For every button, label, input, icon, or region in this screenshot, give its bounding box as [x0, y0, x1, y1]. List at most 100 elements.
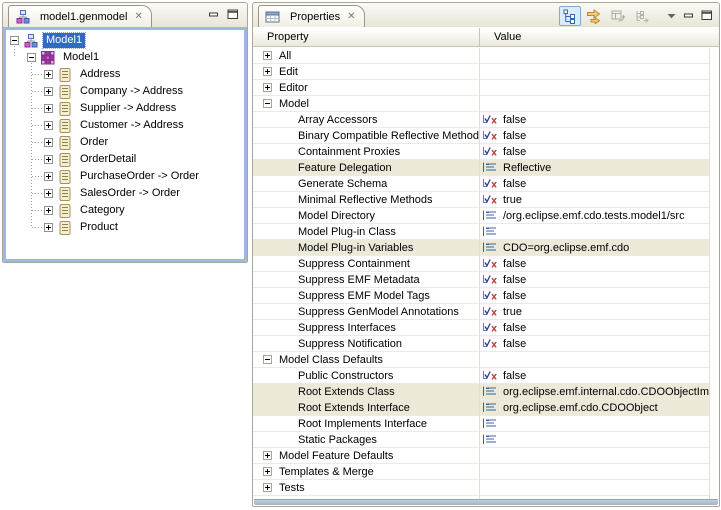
minimize-button[interactable]	[681, 6, 697, 26]
property-row[interactable]: Suppress Interfacesfalse	[253, 320, 719, 336]
property-row[interactable]: Static Packages	[253, 432, 719, 448]
category-row[interactable]: Edit	[253, 64, 719, 80]
properties-tab[interactable]: Properties ✕	[258, 5, 365, 27]
value-cell[interactable]	[479, 96, 719, 111]
property-row[interactable]: Model Plug-in Class	[253, 224, 719, 240]
editor-tab[interactable]: model1.genmodel ✕	[8, 5, 152, 27]
value-cell[interactable]	[479, 480, 719, 495]
tree-expander[interactable]	[27, 53, 36, 62]
tree-item-label[interactable]: Customer -> Address	[77, 118, 187, 133]
property-row[interactable]: Public Constructorsfalse	[253, 368, 719, 384]
category-row[interactable]: Model	[253, 96, 719, 112]
tree-expander[interactable]	[44, 155, 53, 164]
value-cell[interactable]: Reflective	[479, 160, 719, 175]
show-categories-button[interactable]	[559, 6, 581, 26]
row-expander[interactable]	[263, 51, 272, 60]
tree-expander[interactable]	[44, 104, 53, 113]
pin-property-sheet-button[interactable]	[631, 6, 653, 26]
tree-expander[interactable]	[44, 172, 53, 181]
maximize-button[interactable]	[699, 6, 715, 26]
tree-item-label[interactable]: Category	[77, 203, 128, 218]
property-row[interactable]: Root Implements Interface	[253, 416, 719, 432]
tree-expander[interactable]	[44, 206, 53, 215]
category-row[interactable]: All	[253, 48, 719, 64]
tree-expander[interactable]	[44, 189, 53, 198]
tree-item-label[interactable]: Company -> Address	[77, 84, 186, 99]
tree-item-label[interactable]: Model1	[43, 33, 85, 48]
value-cell[interactable]	[479, 352, 719, 367]
property-row[interactable]: Model Plug-in VariablesCDO=org.eclipse.e…	[253, 240, 719, 256]
close-icon[interactable]: ✕	[347, 12, 355, 22]
tree-item[interactable]: Model1	[6, 32, 244, 49]
tree-expander[interactable]	[44, 121, 53, 130]
property-row[interactable]: Generate Schemafalse	[253, 176, 719, 192]
view-menu-button[interactable]	[663, 6, 679, 26]
value-cell[interactable]: false	[479, 128, 719, 143]
row-expander[interactable]	[263, 483, 272, 492]
category-row[interactable]: Templates & Merge	[253, 464, 719, 480]
column-header-value[interactable]: Value	[479, 28, 719, 46]
tree-item-label[interactable]: Product	[77, 220, 121, 235]
vertical-scrollbar[interactable]	[709, 48, 719, 500]
value-cell[interactable]: CDO=org.eclipse.emf.cdo	[479, 240, 719, 255]
column-header-property[interactable]: Property	[253, 28, 479, 46]
row-expander[interactable]	[263, 355, 272, 364]
show-advanced-properties-button[interactable]	[583, 6, 605, 26]
row-expander[interactable]	[263, 83, 272, 92]
value-cell[interactable]: /org.eclipse.emf.cdo.tests.model1/src	[479, 208, 719, 223]
property-row[interactable]: Binary Compatible Reflective Methodsfals…	[253, 128, 719, 144]
close-icon[interactable]: ✕	[134, 12, 142, 22]
column-divider[interactable]	[479, 48, 480, 500]
row-expander[interactable]	[263, 99, 272, 108]
property-row[interactable]: Suppress EMF Model Tagsfalse	[253, 288, 719, 304]
tree-item-label[interactable]: SalesOrder -> Order	[77, 186, 183, 201]
value-cell[interactable]: org.eclipse.emf.cdo.CDOObject	[479, 400, 719, 415]
property-row[interactable]: Feature DelegationReflective	[253, 160, 719, 176]
row-expander[interactable]	[263, 467, 272, 476]
category-row[interactable]: Model Class Defaults	[253, 352, 719, 368]
value-cell[interactable]	[479, 48, 719, 63]
value-cell[interactable]: false	[479, 256, 719, 271]
tree-item[interactable]: Model1	[6, 49, 244, 66]
tree-item-label[interactable]: OrderDetail	[77, 152, 139, 167]
value-cell[interactable]	[479, 80, 719, 95]
tree-item-label[interactable]: PurchaseOrder -> Order	[77, 169, 202, 184]
property-row[interactable]: Root Extends Interfaceorg.eclipse.emf.cd…	[253, 400, 719, 416]
value-cell[interactable]: false	[479, 176, 719, 191]
tree-expander[interactable]	[10, 36, 19, 45]
row-expander[interactable]	[263, 67, 272, 76]
value-cell[interactable]: false	[479, 272, 719, 287]
tree-item-label[interactable]: Supplier -> Address	[77, 101, 179, 116]
tree-item-label[interactable]: Order	[77, 135, 111, 150]
tree-item-label[interactable]: Model1	[60, 50, 102, 65]
property-row[interactable]: Containment Proxiesfalse	[253, 144, 719, 160]
value-cell[interactable]: false	[479, 144, 719, 159]
tree-item-label[interactable]: Address	[77, 67, 123, 82]
value-cell[interactable]	[479, 432, 719, 447]
value-cell[interactable]: true	[479, 192, 719, 207]
value-cell[interactable]: false	[479, 336, 719, 351]
value-cell[interactable]: false	[479, 288, 719, 303]
value-cell[interactable]	[479, 448, 719, 463]
tree-expander[interactable]	[44, 138, 53, 147]
value-cell[interactable]: false	[479, 368, 719, 383]
value-cell[interactable]	[479, 464, 719, 479]
value-cell[interactable]	[479, 224, 719, 239]
property-row[interactable]: Suppress Containmentfalse	[253, 256, 719, 272]
tree-expander[interactable]	[44, 223, 53, 232]
value-cell[interactable]	[479, 64, 719, 79]
property-row[interactable]: Model Directory/org.eclipse.emf.cdo.test…	[253, 208, 719, 224]
property-row[interactable]: Suppress GenModel Annotationstrue	[253, 304, 719, 320]
restore-default-value-button[interactable]	[607, 6, 629, 26]
value-cell[interactable]	[479, 416, 719, 431]
property-row[interactable]: Minimal Reflective Methodstrue	[253, 192, 719, 208]
property-row[interactable]: Suppress EMF Metadatafalse	[253, 272, 719, 288]
horizontal-scrollbar[interactable]	[254, 499, 718, 505]
category-row[interactable]: Model Feature Defaults	[253, 448, 719, 464]
category-row[interactable]: Tests	[253, 480, 719, 496]
tree-expander[interactable]	[44, 87, 53, 96]
value-cell[interactable]: true	[479, 304, 719, 319]
property-row[interactable]: Root Extends Classorg.eclipse.emf.intern…	[253, 384, 719, 400]
property-row[interactable]: Suppress Notificationfalse	[253, 336, 719, 352]
value-cell[interactable]: org.eclipse.emf.internal.cdo.CDOObjectIm…	[479, 384, 719, 399]
